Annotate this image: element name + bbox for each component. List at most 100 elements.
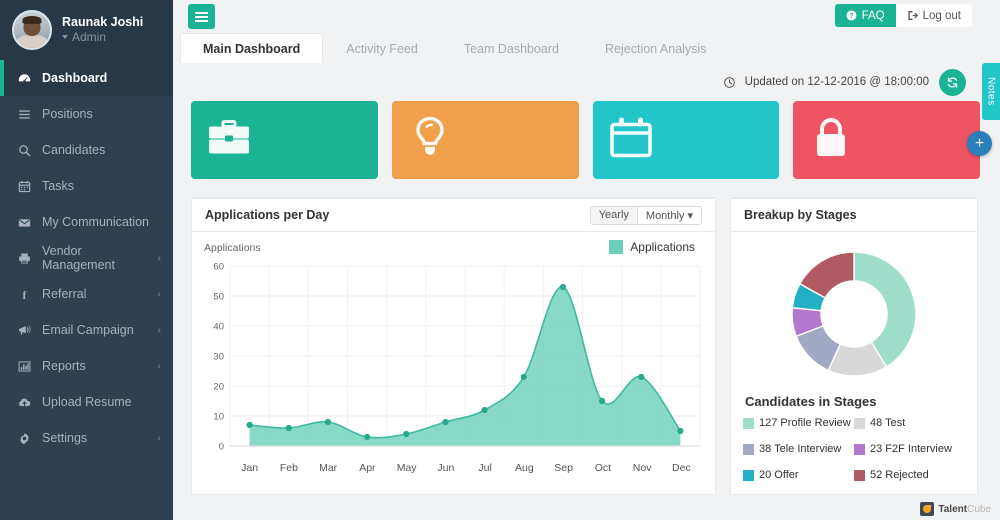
donut-legend-label: 48 Test (870, 417, 906, 429)
donut-legend-item[interactable]: 48 Test (854, 417, 965, 431)
range-button-group: Yearly Monthly ▾ (589, 205, 702, 225)
sidebar-item-upload-resume[interactable]: Upload Resume (0, 384, 173, 420)
svg-text:20: 20 (213, 382, 224, 393)
briefcase-icon (209, 120, 249, 154)
donut-legend-item[interactable]: 127 Profile Review (743, 417, 854, 431)
profile-role-label: Admin (72, 30, 107, 45)
legend-swatch (854, 418, 865, 429)
chart-legend[interactable]: Applications (609, 240, 695, 254)
topbar: ? FAQ Log out (173, 0, 1000, 33)
faq-button[interactable]: ? FAQ (834, 4, 896, 27)
watermark-text-light: Cube (967, 503, 991, 515)
range-button-yearly[interactable]: Yearly (589, 205, 638, 225)
kpi-card-closed-positions[interactable] (793, 101, 980, 179)
legend-swatch-applications (609, 240, 624, 254)
donut-legend-item[interactable]: 38 Tele Interview (743, 443, 854, 457)
donut-legend-item[interactable]: 52 Rejected (854, 469, 965, 483)
kpi-icon-wrap (807, 114, 855, 167)
lock-icon (817, 118, 846, 156)
legend-swatch (854, 469, 865, 481)
sidebar-item-label: Candidates (42, 143, 106, 157)
tab-activity-feed[interactable]: Activity Feed (323, 33, 441, 64)
lightbulb-icon (416, 116, 444, 155)
menu-toggle-button[interactable] (188, 4, 215, 29)
tab-main-dashboard[interactable]: Main Dashboard (180, 33, 324, 64)
donut-body: Candidates in Stages 127 Profile Review 4… (731, 232, 977, 494)
x-tick-label: Jul (478, 462, 492, 474)
svg-text:50: 50 (213, 292, 224, 303)
area-chart[interactable]: 0 10 20 30 40 50 60 (204, 260, 703, 460)
sidebar-item-my-communication[interactable]: My Communication (0, 204, 173, 240)
megaphone-icon (18, 325, 31, 335)
panel-header: Breakup by Stages (731, 199, 977, 232)
icon-wrap (18, 396, 38, 409)
sidebar-item-tasks[interactable]: Tasks (0, 168, 173, 204)
sidebar-item-candidates[interactable]: Candidates (0, 132, 173, 168)
chart-body: Applications Applications 0 10 20 30 40 50 60 … (192, 232, 715, 495)
sidebar-item-label: Upload Resume (42, 395, 132, 409)
donut-legend-item[interactable]: 20 Offer (743, 469, 854, 483)
user-profile[interactable]: Raunak Joshi Admin (0, 0, 173, 60)
svg-text:10: 10 (213, 412, 224, 423)
sidebar-item-label: Email Campaign (42, 323, 134, 337)
logout-label: Log out (922, 9, 961, 22)
refresh-button[interactable] (939, 68, 966, 96)
panel-header: Applications per Day Yearly Monthly ▾ (192, 199, 715, 232)
chevron-left-icon: ‹ (157, 432, 161, 444)
legend-label-applications: Applications (630, 240, 695, 254)
faq-label: FAQ (861, 9, 885, 22)
notes-tab[interactable]: Notes (982, 63, 1000, 120)
sidebar-item-reports[interactable]: Reports ‹ (0, 348, 173, 384)
refresh-icon (947, 76, 958, 88)
updated-timestamp: Updated on 12-12-2016 @ 18:00:00 (744, 76, 929, 88)
kpi-card-total-positions[interactable] (191, 101, 378, 179)
panel-title: Applications per Day (205, 208, 330, 222)
svg-text:30: 30 (213, 352, 224, 363)
legend-swatch (854, 443, 865, 455)
icon-wrap: f (18, 288, 38, 300)
logout-button[interactable]: Log out (895, 4, 972, 27)
add-button[interactable]: + (967, 131, 992, 156)
legend-swatch (743, 418, 754, 429)
dashboard-icon (18, 73, 31, 82)
tab-team-dashboard[interactable]: Team Dashboard (441, 33, 582, 64)
kpi-card-days-to-close[interactable] (592, 101, 780, 179)
x-tick-label: Mar (319, 462, 338, 474)
x-tick-label: Feb (279, 462, 298, 474)
calendar-icon (18, 180, 31, 192)
icon-wrap (18, 252, 38, 265)
chevron-left-icon: ‹ (157, 288, 161, 300)
sidebar-item-email-campaign[interactable]: Email Campaign ‹ (0, 312, 173, 348)
sidebar-item-vendor-management[interactable]: Vendor Management ‹ (0, 240, 173, 276)
icon-wrap (18, 432, 38, 445)
icon-wrap (18, 108, 38, 121)
x-tick-label: Nov (632, 462, 652, 474)
donut-chart[interactable] (743, 244, 965, 384)
panel-row: Applications per Day Yearly Monthly ▾ Ap… (173, 179, 1000, 495)
sidebar-item-settings[interactable]: Settings ‹ (0, 420, 173, 456)
sidebar-item-dashboard[interactable]: Dashboard (0, 60, 173, 96)
x-tick-label: Aug (515, 462, 534, 474)
sidebar-item-label: Tasks (42, 179, 74, 193)
kpi-card-row (173, 101, 1000, 179)
x-tick-label: Dec (672, 462, 691, 474)
kpi-icon-wrap (607, 114, 655, 167)
chevron-left-icon: ‹ (157, 252, 161, 264)
sidebar-item-label: Vendor Management (42, 244, 115, 272)
talentcube-logo (920, 502, 935, 516)
envelope-icon (18, 218, 31, 227)
panel-title: Breakup by Stages (744, 208, 857, 222)
sidebar-nav: Dashboard Positions Candidates Tasks My Comm… (0, 60, 173, 456)
kpi-icon-wrap (406, 114, 454, 167)
range-button-monthly[interactable]: Monthly ▾ (637, 205, 702, 225)
sidebar: Raunak Joshi Admin Dashboard Positions Can… (0, 0, 173, 520)
sidebar-item-referral[interactable]: f Referral ‹ (0, 276, 173, 312)
donut-legend-item[interactable]: 23 F2F Interview (854, 443, 965, 457)
kpi-card-active-positions[interactable] (391, 101, 579, 179)
tab-rejection-analysis[interactable]: Rejection Analysis (582, 33, 729, 64)
main-content: Updated on 12-12-2016 @ 18:00:00 Applica… (173, 63, 1000, 520)
sidebar-item-positions[interactable]: Positions (0, 96, 173, 132)
watermark: TalentCube (920, 502, 991, 516)
list-icon (19, 109, 30, 119)
profile-role[interactable]: Admin (62, 30, 143, 45)
